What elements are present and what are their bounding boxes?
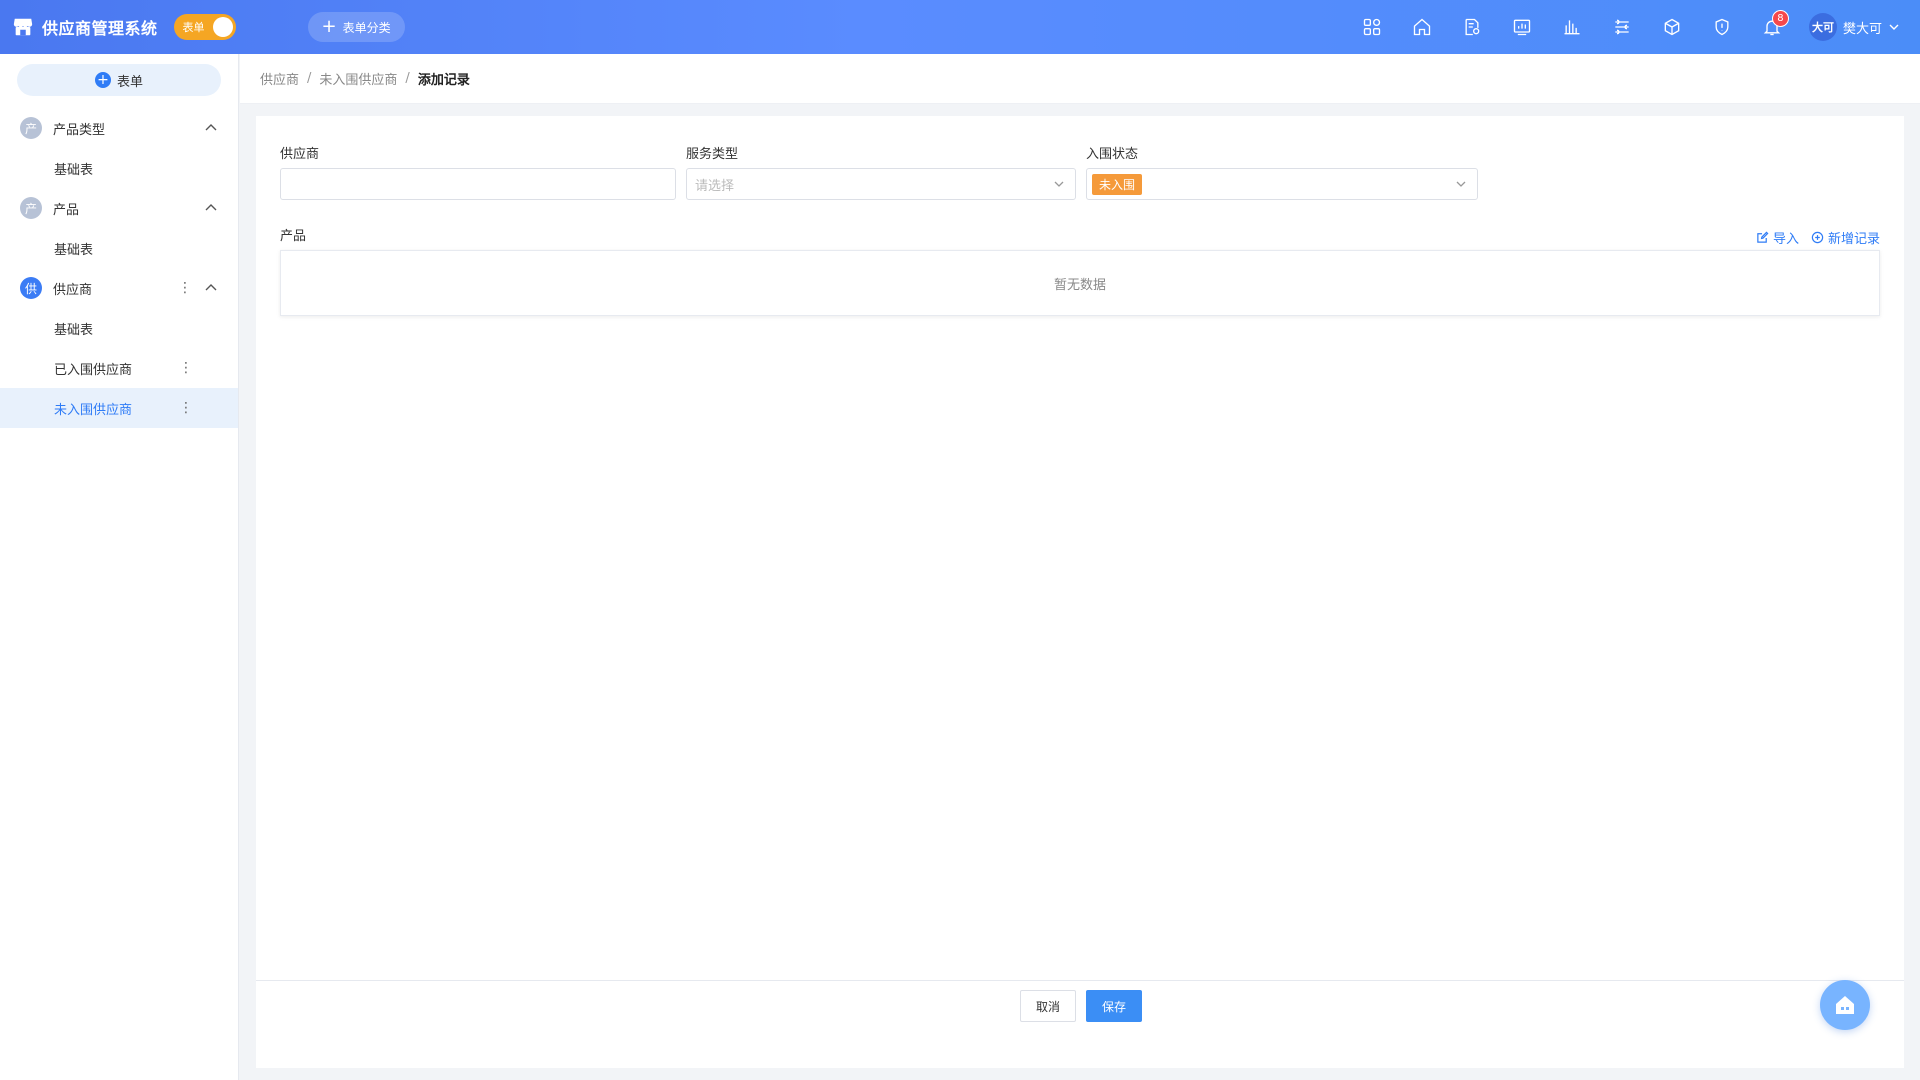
- status-select[interactable]: 未入围: [1086, 168, 1478, 200]
- plus-circle-icon: [1811, 231, 1824, 244]
- service-type-placeholder: 请选择: [695, 178, 735, 194]
- save-button[interactable]: 保存: [1086, 990, 1142, 1022]
- sidebar-item-product-type-base[interactable]: 基础表: [0, 148, 238, 188]
- dashboard-icon[interactable]: [1497, 0, 1547, 54]
- cube-icon[interactable]: [1647, 0, 1697, 54]
- plus-circle-icon: +: [94, 72, 111, 88]
- products-table-empty: 暂无数据: [280, 250, 1880, 316]
- database-icon[interactable]: [1597, 0, 1647, 54]
- notification-badge: 8: [1771, 10, 1789, 27]
- add-record-label: 新增记录: [1827, 232, 1880, 247]
- sidebar-item-unshortlisted-suppliers[interactable]: 未入围供应商 ⋮: [0, 388, 238, 428]
- add-form-label: 表单: [116, 74, 143, 90]
- avatar: 大可: [1808, 13, 1837, 41]
- chevron-down-icon: [1889, 24, 1899, 30]
- chart-icon[interactable]: [1547, 0, 1597, 54]
- breadcrumb-current: 添加记录: [417, 73, 470, 88]
- status-tag: 未入围: [1092, 173, 1143, 195]
- form-category-label: 表单分类: [342, 20, 391, 35]
- user-menu[interactable]: 大可 樊大可: [1808, 13, 1900, 41]
- form-panel: 供应商 服务类型 请选择 入围状态 未入围 产品 导入 新增记录 暂无数据 取消…: [256, 116, 1904, 1068]
- breadcrumb-item[interactable]: 供应商: [260, 69, 299, 88]
- service-type-label: 服务类型: [686, 147, 739, 162]
- sidebar-item-label: 基础表: [54, 242, 94, 258]
- top-header: 供应商管理系统 表单 + 表单分类 8 大可 樊大可: [0, 0, 1920, 54]
- sidebar-item-shortlisted-suppliers[interactable]: 已入围供应商 ⋮: [0, 348, 238, 388]
- sidebar-group-label: 产品: [53, 202, 80, 218]
- breadcrumb-separator: /: [405, 71, 410, 86]
- file-settings-icon[interactable]: [1447, 0, 1497, 54]
- floating-home-button[interactable]: [1820, 980, 1870, 1030]
- sidebar-group-product-type[interactable]: 产 产品类型: [0, 108, 238, 148]
- sidebar-item-product-base[interactable]: 基础表: [0, 228, 238, 268]
- chevron-down-icon: [1456, 181, 1466, 187]
- breadcrumb-separator: /: [307, 71, 312, 86]
- toolbar-icons: 8: [1347, 0, 1797, 54]
- sidebar-item-label: 未入围供应商: [54, 402, 133, 418]
- sidebar-item-label: 已入围供应商: [54, 362, 133, 378]
- group-avatar-icon: 供: [20, 277, 42, 299]
- service-type-select[interactable]: 请选择: [686, 168, 1076, 200]
- sidebar-item-supplier-base[interactable]: 基础表: [0, 308, 238, 348]
- footer-divider: [256, 980, 1904, 981]
- chevron-up-icon[interactable]: [204, 201, 218, 215]
- home-icon[interactable]: [1397, 0, 1447, 54]
- store-icon: [13, 18, 33, 36]
- more-vertical-icon[interactable]: ⋮: [179, 360, 193, 376]
- sidebar-group-product[interactable]: 产 产品: [0, 188, 238, 228]
- chevron-up-icon[interactable]: [204, 121, 218, 135]
- group-avatar-icon: 产: [20, 197, 42, 219]
- sidebar-group-label: 产品类型: [53, 122, 106, 138]
- user-name: 樊大可: [1842, 21, 1882, 37]
- breadcrumb: 供应商 / 未入围供应商 / 添加记录: [240, 54, 1920, 104]
- products-label: 产品: [280, 229, 307, 244]
- more-vertical-icon[interactable]: ⋮: [179, 400, 193, 416]
- sidebar-group-supplier[interactable]: 供 供应商 ⋮: [0, 268, 238, 308]
- shield-icon[interactable]: [1697, 0, 1747, 54]
- apps-icon[interactable]: [1347, 0, 1397, 54]
- bell-icon[interactable]: 8: [1747, 0, 1797, 54]
- supplier-label: 供应商: [280, 147, 320, 162]
- sidebar-item-label: 基础表: [54, 162, 94, 178]
- more-vertical-icon[interactable]: ⋮: [178, 280, 192, 296]
- add-form-button[interactable]: + 表单: [17, 64, 221, 96]
- product-actions: 导入 新增记录: [1744, 228, 1880, 247]
- add-record-button[interactable]: 新增记录: [1811, 228, 1880, 247]
- app-logo[interactable]: 供应商管理系统: [12, 15, 158, 39]
- house-icon: [1836, 996, 1854, 1014]
- import-button[interactable]: 导入: [1756, 228, 1799, 247]
- chevron-down-icon: [1054, 181, 1064, 187]
- import-label: 导入: [1772, 232, 1799, 247]
- sidebar-item-label: 基础表: [54, 322, 94, 338]
- group-avatar-icon: 产: [20, 117, 42, 139]
- supplier-input[interactable]: [280, 168, 676, 200]
- status-label: 入围状态: [1086, 147, 1139, 162]
- empty-text: 暂无数据: [1053, 277, 1106, 293]
- cancel-button[interactable]: 取消: [1020, 990, 1076, 1022]
- edit-icon: [1757, 231, 1769, 243]
- mode-toggle-label: 表单: [182, 21, 205, 34]
- breadcrumb-item[interactable]: 未入围供应商: [319, 69, 397, 88]
- app-title: 供应商管理系统: [42, 19, 158, 38]
- form-category-button[interactable]: + 表单分类: [307, 12, 405, 42]
- plus-icon: +: [321, 16, 337, 37]
- sidebar-group-label: 供应商: [53, 282, 93, 298]
- toggle-knob: [212, 17, 233, 37]
- sidebar: + 表单 产 产品类型 基础表 产 产品 基础表 供 供应商 ⋮ 基础表 已入围…: [0, 54, 239, 1080]
- mode-toggle[interactable]: 表单: [173, 14, 236, 40]
- chevron-up-icon[interactable]: [204, 281, 218, 295]
